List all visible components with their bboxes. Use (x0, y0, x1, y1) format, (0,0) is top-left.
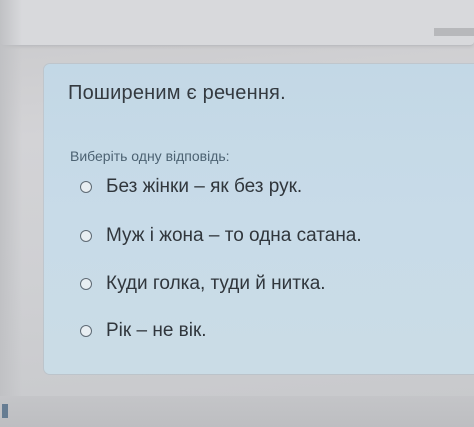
answer-option-1[interactable]: Без жінки – як без рук. (80, 176, 302, 198)
radio-button-icon[interactable] (80, 278, 92, 290)
radio-button-icon[interactable] (80, 325, 92, 337)
previous-question-card (0, 0, 474, 46)
bottom-area (0, 396, 474, 427)
answer-option-label: Без жінки – як без рук. (106, 176, 303, 197)
corner-mark-icon (2, 404, 8, 418)
radio-button-icon[interactable] (80, 181, 92, 193)
answer-option-2[interactable]: Муж і жона – то одна сатана. (80, 225, 362, 247)
answer-option-label: Куди голка, туди й нитка. (106, 273, 326, 294)
radio-button-icon[interactable] (80, 230, 92, 242)
question-card: Поширеним є речення. Виберіть одну відпо… (44, 64, 474, 374)
answer-prompt: Виберіть одну відповідь: (70, 148, 230, 164)
answer-option-label: Рік – не вік. (106, 320, 207, 341)
question-title: Поширеним є речення. (68, 82, 286, 104)
answer-option-label: Муж і жона – то одна сатана. (106, 225, 362, 246)
answer-option-3[interactable]: Куди голка, туди й нитка. (80, 273, 326, 295)
answer-option-4[interactable]: Рік – не вік. (80, 320, 207, 342)
page-left-edge (0, 0, 22, 427)
card-edge-accent (434, 28, 474, 36)
